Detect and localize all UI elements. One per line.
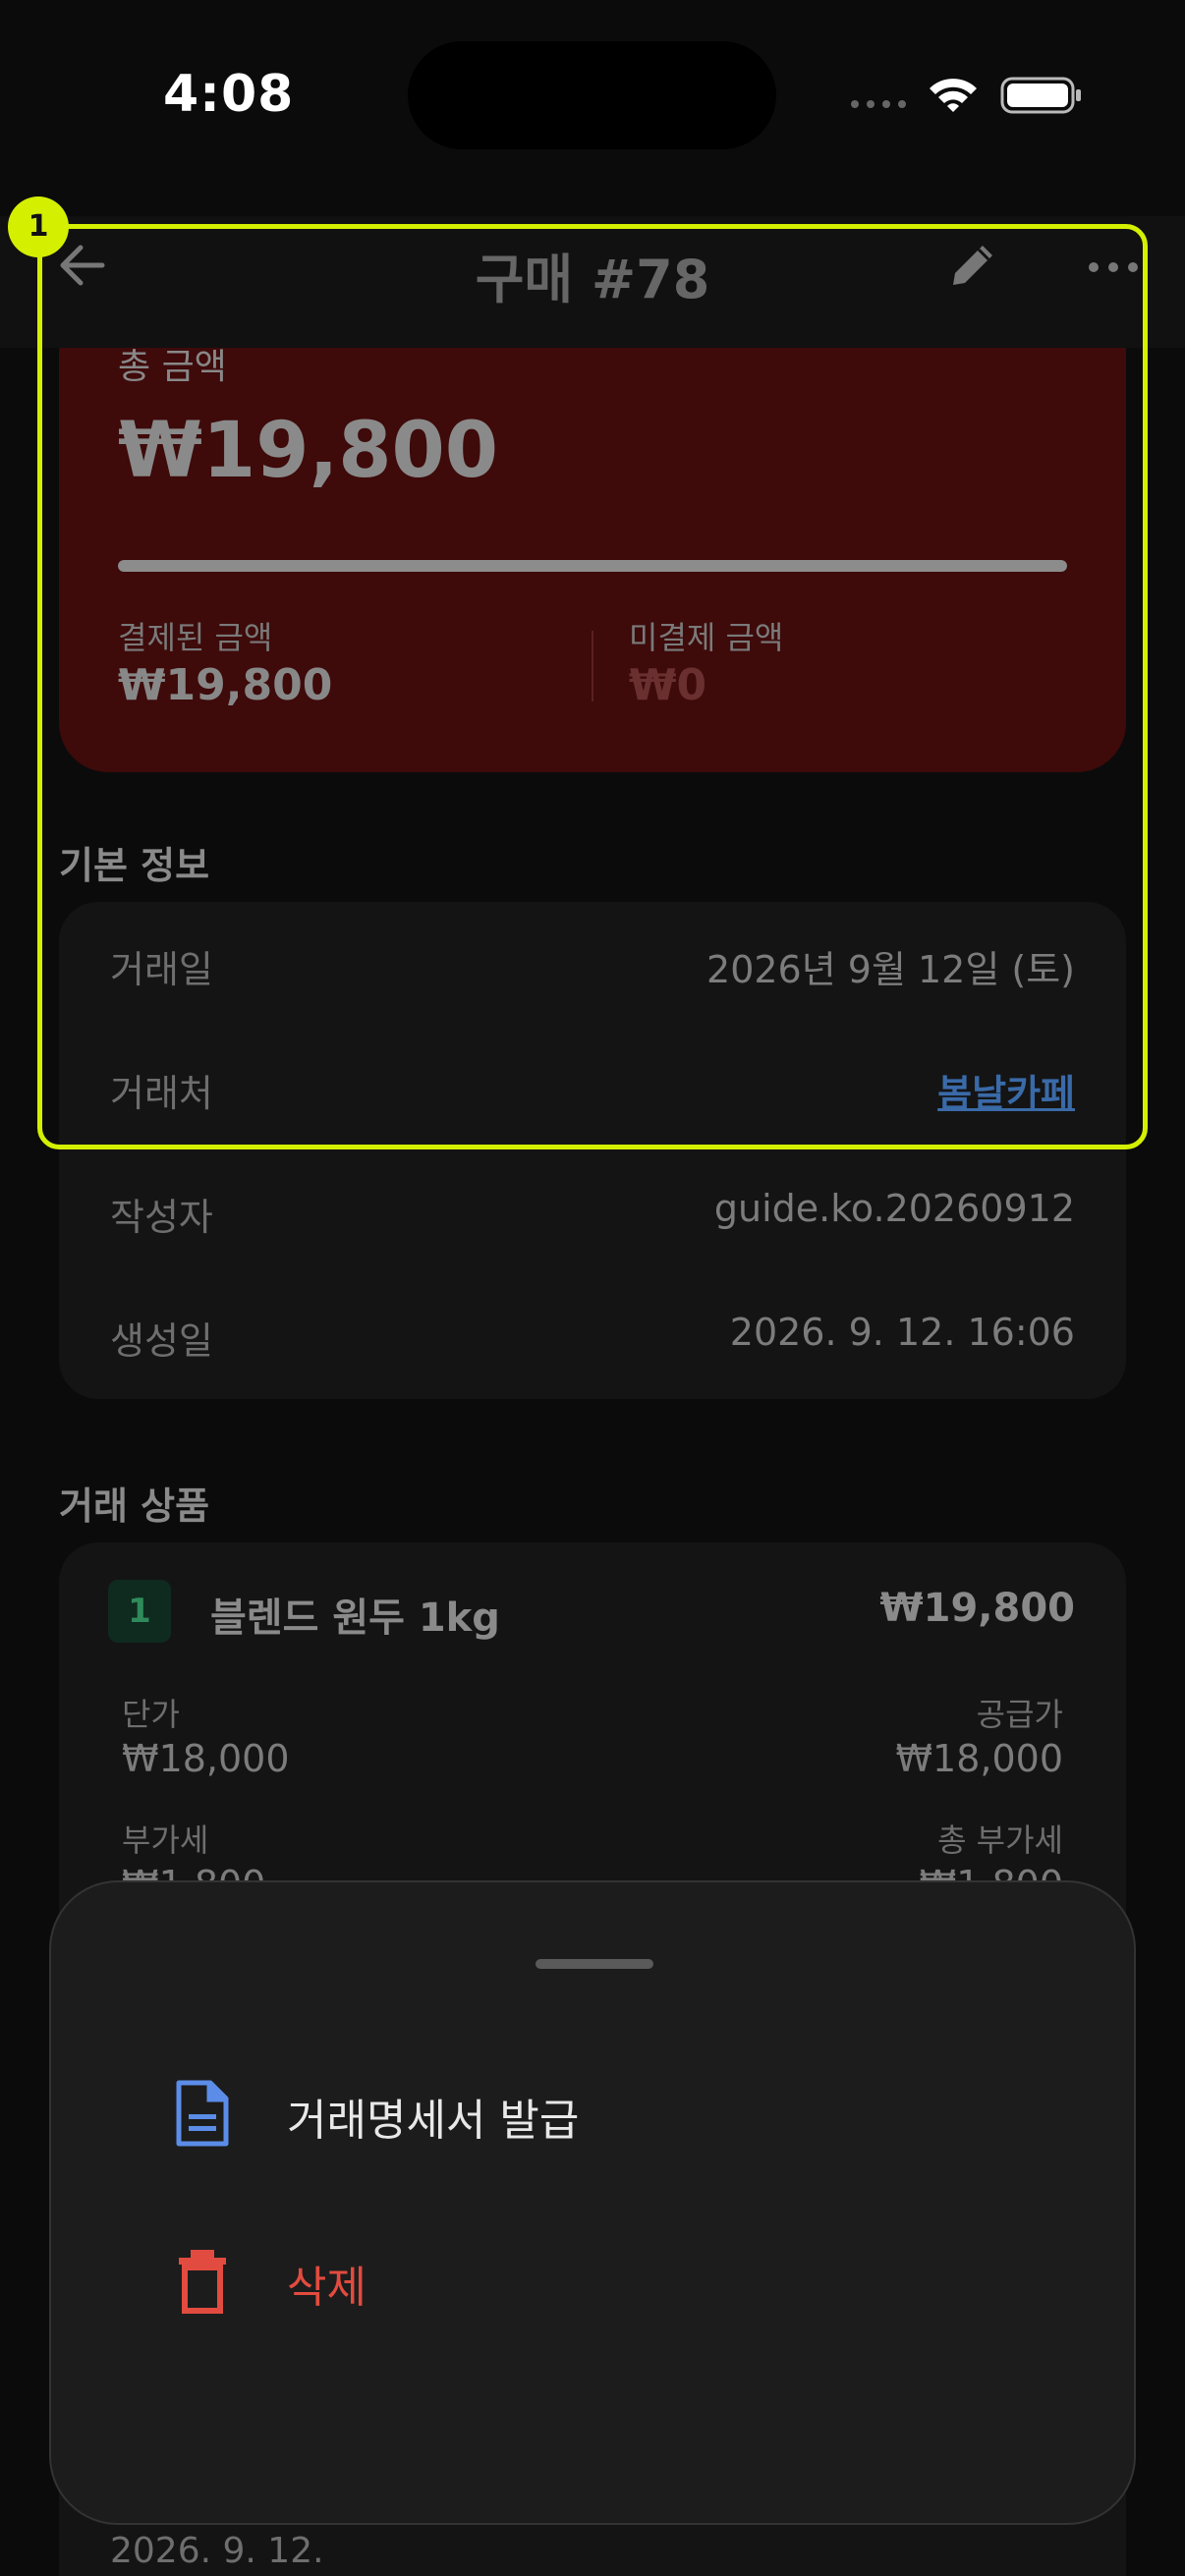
issue-statement-button[interactable]: 거래명세서 발급: [51, 2045, 1138, 2173]
item-total: ₩19,800: [879, 1586, 1075, 1631]
footer-date: 2026. 9. 12.: [110, 2531, 324, 2571]
unit-price-value: ₩18,000: [122, 1737, 290, 1780]
unit-price-label: 단가: [122, 1696, 180, 1733]
item-name: 블렌드 원두 1kg: [210, 1596, 500, 1641]
item-index-badge: 1: [108, 1580, 171, 1643]
highlight-region: [37, 224, 1148, 1149]
delete-button[interactable]: 삭제: [51, 2212, 1138, 2340]
document-icon: [176, 2080, 229, 2147]
info-value: guide.ko.20260912: [713, 1187, 1075, 1230]
highlight-badge: 1: [8, 196, 69, 257]
vat-label: 부가세: [122, 1821, 209, 1859]
info-label: 생성일: [110, 1319, 213, 1363]
app-screen: 4:08 총 금액 ₩19,800 결제된 금액 ₩19,800 미결제 금액 …: [0, 0, 1185, 2576]
supply-label: 공급가: [976, 1696, 1063, 1733]
info-value: 2026. 9. 12. 16:06: [729, 1311, 1075, 1354]
info-row-author: 작성자 guide.ko.20260912: [59, 1149, 1126, 1273]
sheet-drag-handle[interactable]: [536, 1959, 653, 1969]
action-bottom-sheet: 거래명세서 발급 삭제: [49, 1880, 1136, 2525]
total-vat-label: 총 부가세: [937, 1821, 1063, 1859]
info-row-created: 생성일 2026. 9. 12. 16:06: [59, 1273, 1126, 1397]
trash-icon: [179, 2250, 226, 2314]
issue-statement-label: 거래명세서 발급: [287, 2096, 580, 2146]
info-label: 작성자: [110, 1196, 213, 1239]
delete-label: 삭제: [287, 2263, 367, 2313]
items-title: 거래 상품: [59, 1484, 210, 1528]
supply-value: ₩18,000: [895, 1737, 1063, 1780]
